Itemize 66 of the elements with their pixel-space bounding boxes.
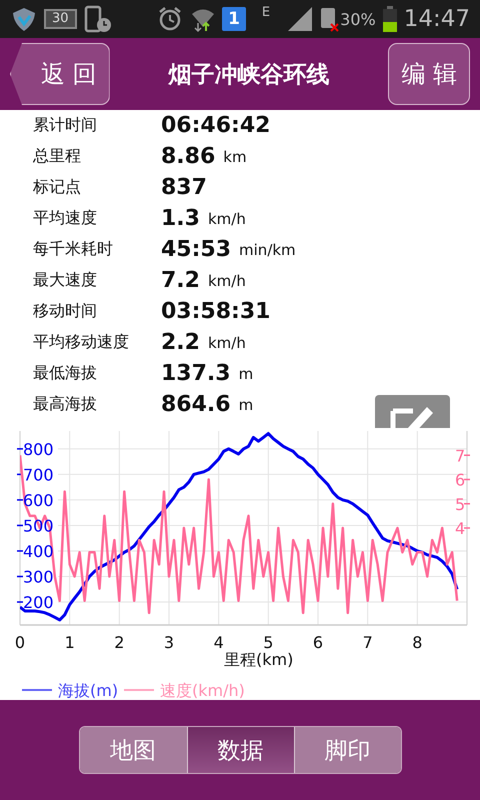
x-tick-label: 4 [214, 633, 224, 652]
legend-line [124, 689, 154, 691]
stat-value: 03:58:31 [161, 299, 270, 324]
stat-value: 137.3 [161, 361, 231, 386]
back-button[interactable]: 返 回 [10, 43, 110, 105]
x-tick-label: 1 [64, 633, 75, 652]
stat-value: 8.86 [161, 144, 216, 169]
stat-label: 最低海拔 [33, 363, 98, 384]
sim-card-number: 1 [222, 7, 246, 31]
x-tick-label: 8 [412, 633, 422, 652]
tab[interactable]: 地图 [80, 727, 186, 773]
stat-value: 1.3 [161, 206, 200, 231]
stat-unit: km/h [208, 210, 246, 228]
y-tick-label: 300 [23, 568, 54, 586]
stat-unit: min/km [239, 240, 296, 258]
shield-icon [10, 5, 38, 33]
x-axis-title: 里程(km) [224, 650, 294, 669]
x-tick-label: 5 [263, 633, 274, 652]
battery-icon [382, 5, 398, 33]
stat-label: 平均速度 [33, 208, 98, 229]
battery-level-text: 30 [44, 9, 77, 29]
stat-label: 总里程 [33, 146, 82, 167]
stat-value: 837 [161, 175, 207, 200]
x-tick-label: 6 [312, 633, 324, 652]
legend-line [22, 689, 52, 691]
no-sim-icon [320, 5, 340, 33]
tab[interactable]: 数据 [186, 727, 294, 773]
stat-label: 平均移动速度 [33, 332, 130, 353]
stat-value: 2.2 [161, 330, 200, 355]
right-axis-label: 5 [455, 494, 466, 514]
y-tick-label: 800 [23, 440, 54, 459]
stat-label: 移动时间 [33, 301, 98, 322]
legend-label: 速度(km/h) [160, 681, 245, 700]
stat-unit: km/h [208, 334, 246, 352]
stat-value: 864.6 [161, 392, 231, 417]
right-axis-label: 6 [455, 470, 466, 490]
signal-icon [286, 5, 314, 33]
y-tick-label: 700 [23, 465, 54, 484]
clock-time: 14:47 [404, 6, 470, 32]
page-title: 烟子冲峡谷环线 [168, 60, 330, 90]
stat-label: 累计时间 [33, 115, 98, 136]
edit-button[interactable]: 编 辑 [388, 43, 470, 105]
stat-label: 最高海拔 [33, 394, 98, 415]
network-type-text: E [260, 5, 272, 20]
stat-unit: m [238, 396, 254, 414]
right-axis-label: 7 [455, 446, 466, 466]
x-tick-label: 3 [164, 633, 174, 652]
stat-value: 7.2 [161, 268, 200, 293]
stat-unit: km/h [208, 272, 246, 290]
phone-clock-icon [82, 4, 113, 34]
stat-value: 45:53 [161, 237, 232, 262]
right-axis-label: 4 [455, 519, 466, 538]
tab[interactable]: 脚印 [294, 727, 400, 773]
x-tick-label: 2 [114, 633, 124, 652]
stat-value: 06:46:42 [161, 113, 270, 138]
y-tick-label: 200 [23, 593, 54, 612]
x-tick-label: 7 [362, 633, 373, 652]
edit-icon[interactable] [375, 395, 450, 428]
stat-unit: km [223, 148, 247, 166]
x-tick-label: 0 [14, 633, 26, 652]
stat-label: 标记点 [33, 177, 82, 198]
stat-label: 每千米耗时 [33, 239, 114, 260]
legend-label: 海拔(m) [58, 681, 118, 700]
stat-label: 最大速度 [33, 270, 98, 291]
stat-unit: m [238, 364, 254, 382]
battery-percent: 30% [340, 10, 376, 28]
